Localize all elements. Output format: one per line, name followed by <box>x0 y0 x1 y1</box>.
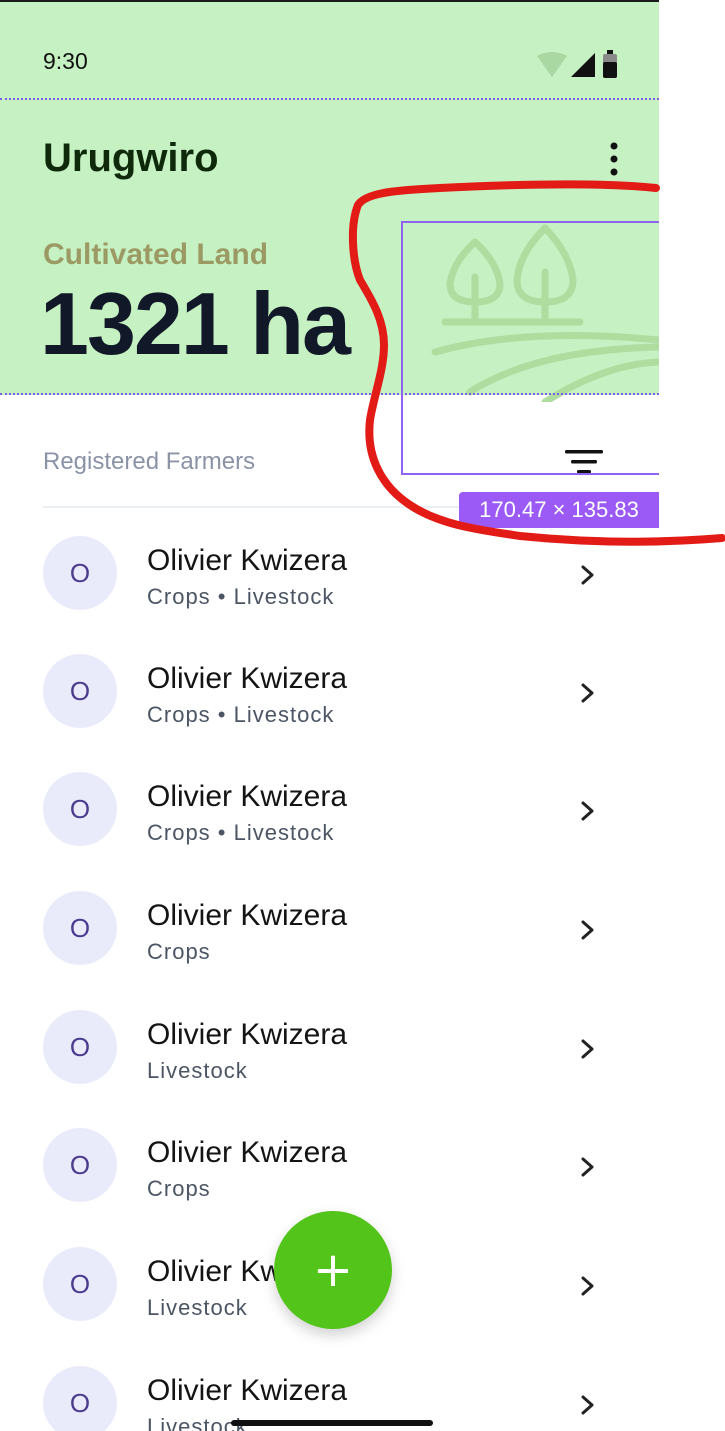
farmer-name: Olivier Kwizera <box>147 1374 348 1407</box>
registered-farmers-label: Registered Farmers <box>43 448 256 475</box>
avatar: O <box>43 654 117 728</box>
farmer-name: Olivier Kwizera <box>147 662 348 695</box>
avatar: O <box>43 536 117 610</box>
farmer-row[interactable]: O Olivier Kwizera Crops • Livestock <box>0 750 659 868</box>
chevron-right-icon <box>581 1395 594 1415</box>
farmer-name: Olivier Kwizera <box>147 899 348 932</box>
chevron-right-icon <box>581 920 594 940</box>
plus-icon: + <box>312 1242 354 1298</box>
farmer-tags: Crops • Livestock <box>147 820 335 845</box>
avatar: O <box>43 1010 117 1084</box>
avatar: O <box>43 1366 117 1431</box>
status-time: 9:30 <box>43 48 88 74</box>
farmer-row[interactable]: O Olivier Kwizera Crops • Livestock <box>0 632 659 750</box>
chevron-right-icon <box>581 1276 594 1296</box>
more-vertical-icon[interactable] <box>598 140 630 178</box>
avatar: O <box>43 891 117 965</box>
chevron-right-icon <box>581 1157 594 1177</box>
status-bar: 9:30 <box>0 2 659 98</box>
farmer-name: Olivier Kwizera <box>147 544 348 577</box>
farmer-row[interactable]: O Olivier Kwizera Crops <box>0 869 659 987</box>
farmer-tags: Livestock <box>147 1295 248 1320</box>
farmer-tags: Crops • Livestock <box>147 702 335 727</box>
farmer-tags: Crops • Livestock <box>147 584 335 609</box>
farmer-tags: Crops <box>147 1176 211 1201</box>
farmer-tags: Crops <box>147 939 211 964</box>
farmer-row[interactable]: O Olivier Kwizera Livestock <box>0 988 659 1106</box>
farmer-name: Olivier Kwizera <box>147 780 348 813</box>
farmer-row[interactable]: O Olivier Kwizera Crops <box>0 1106 659 1224</box>
avatar: O <box>43 1128 117 1202</box>
wifi-icon <box>537 52 567 77</box>
chevron-right-icon <box>581 565 594 585</box>
farmer-row[interactable]: O Olivier Kwizera Livestock <box>0 1344 659 1431</box>
farmer-name: Olivier Kwizera <box>147 1136 348 1169</box>
chevron-right-icon <box>581 1039 594 1059</box>
guide-line-top <box>0 98 659 100</box>
farmer-row[interactable]: O Olivier Kwizera Crops • Livestock <box>0 514 659 632</box>
app-title: Urugwiro <box>43 136 219 180</box>
battery-icon <box>603 50 617 78</box>
phone-screen: 9:30 Urugwiro Cultivated Land 1321 ha Re… <box>0 0 659 1431</box>
cultivated-land-label: Cultivated Land <box>43 238 269 271</box>
add-farmer-button[interactable]: + <box>274 1211 392 1329</box>
farmer-name: Olivier Kwizera <box>147 1018 348 1051</box>
home-indicator <box>231 1420 433 1426</box>
chevron-right-icon <box>581 683 594 703</box>
selection-box <box>401 221 659 475</box>
farmer-tags: Livestock <box>147 1058 248 1083</box>
chevron-right-icon <box>581 801 594 821</box>
status-icons <box>537 50 617 78</box>
cultivated-land-value: 1321 ha <box>40 274 351 373</box>
signal-icon <box>571 53 595 77</box>
avatar: O <box>43 1247 117 1321</box>
dimension-badge: 170.47 × 135.83 <box>459 492 659 528</box>
avatar: O <box>43 772 117 846</box>
